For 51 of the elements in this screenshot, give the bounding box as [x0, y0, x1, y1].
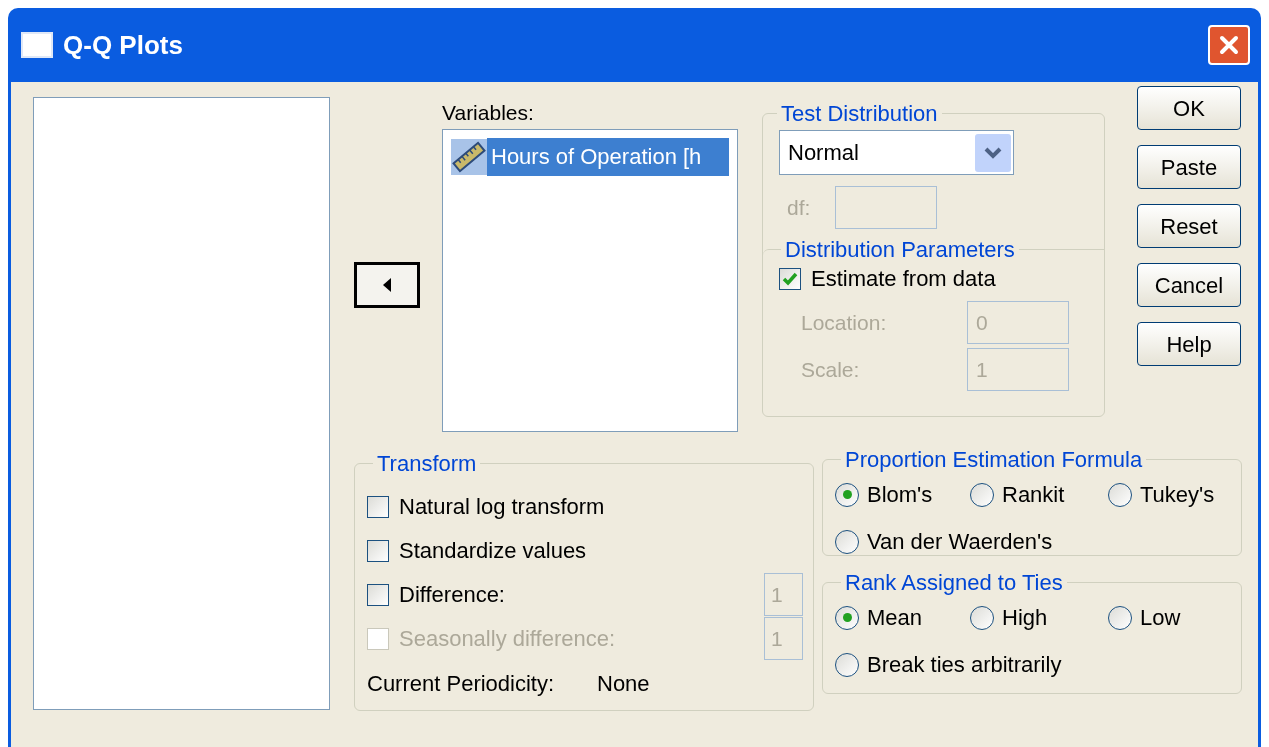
dialog-button[interactable]: Reset: [1137, 204, 1241, 248]
checkbox-label: Estimate from data: [811, 265, 996, 293]
radio-button[interactable]: [1108, 605, 1132, 630]
radio-label: Break ties arbitrarily: [867, 651, 1062, 679]
move-left-button[interactable]: [354, 262, 420, 308]
radio-label: Blom's: [867, 481, 933, 509]
left-arrow-icon: [383, 278, 391, 292]
checkbox[interactable]: [779, 267, 801, 290]
checkbox[interactable]: [367, 539, 389, 562]
radio-label: Rankit: [1002, 481, 1065, 509]
group-title: Distribution Parameters: [784, 236, 1016, 264]
radio-button[interactable]: [835, 529, 859, 554]
close-button[interactable]: [1208, 25, 1250, 65]
checkbox[interactable]: [367, 583, 389, 606]
group-title: Test Distribution: [780, 100, 939, 128]
radio-button[interactable]: [835, 482, 859, 507]
dialog-button[interactable]: Cancel: [1137, 263, 1241, 307]
checkbox-label: Natural log transform: [399, 493, 606, 521]
periodicity-value: None: [597, 670, 650, 698]
radio-label: Tukey's: [1140, 481, 1215, 509]
dialog-button[interactable]: Paste: [1137, 145, 1241, 189]
radio-button[interactable]: [970, 482, 994, 507]
radio-button[interactable]: [835, 605, 859, 630]
radio-button[interactable]: [970, 605, 994, 630]
group-title: Proportion Estimation Formula: [844, 446, 1144, 474]
close-icon: [1218, 34, 1240, 56]
radio-label: Van der Waerden's: [867, 528, 1053, 556]
variables-list[interactable]: Hours of Operation [h: [442, 129, 738, 432]
dialog-button[interactable]: OK: [1137, 86, 1241, 130]
dialog-button[interactable]: Help: [1137, 322, 1241, 366]
dropdown-value: Normal: [788, 139, 860, 167]
ruler-icon: [451, 139, 487, 175]
distribution-dropdown[interactable]: Normal: [779, 130, 1014, 175]
checkbox-label: Standardize values: [399, 537, 588, 565]
group-title: Rank Assigned to Ties: [844, 569, 1064, 597]
field-label: Location:: [800, 309, 888, 336]
window-icon: [21, 32, 53, 58]
variables-label: Variables:: [442, 101, 535, 125]
field-label: Scale:: [800, 356, 861, 383]
df-label: df:: [787, 194, 812, 221]
radio-label: Low: [1140, 604, 1181, 632]
checkbox[interactable]: [367, 495, 389, 518]
radio-label: High: [1002, 604, 1048, 632]
radio-button[interactable]: [835, 652, 859, 677]
radio-label: Mean: [867, 604, 923, 632]
window-title: Q-Q Plots: [63, 28, 184, 62]
periodicity-label: Current Periodicity:: [367, 670, 556, 698]
checkbox-label: Difference:: [399, 581, 506, 609]
group-title: Transform: [376, 450, 478, 478]
checkbox-label: Seasonally difference:: [399, 625, 617, 653]
radio-button[interactable]: [1108, 482, 1132, 507]
